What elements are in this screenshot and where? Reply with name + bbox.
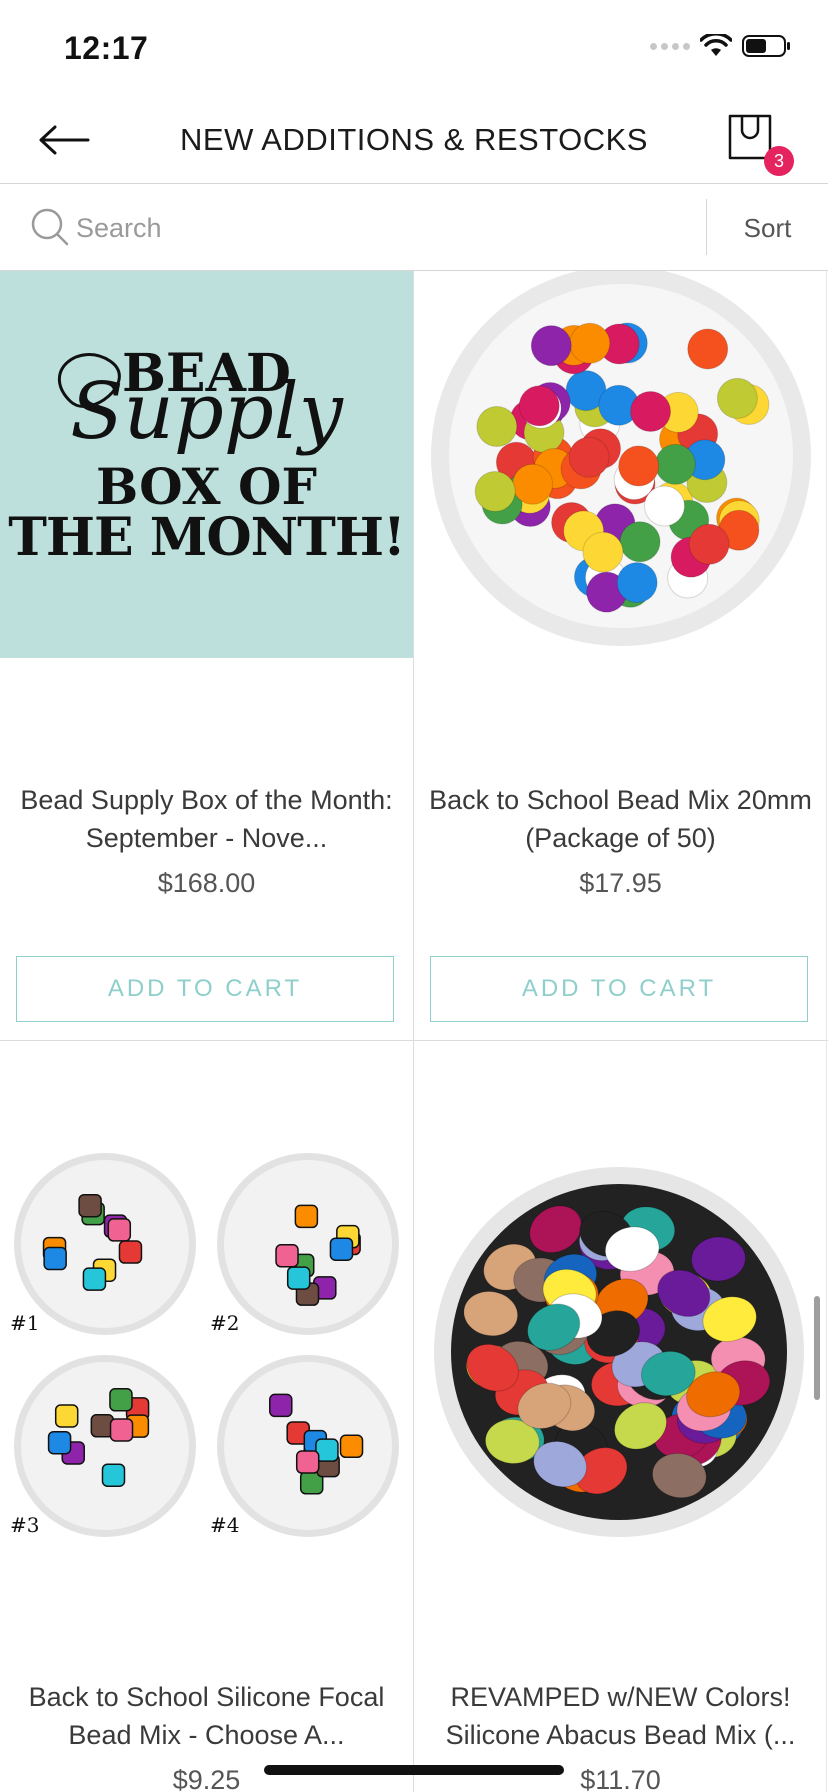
focal-charm [43, 1246, 67, 1271]
product-price: $168.00 [157, 868, 256, 898]
focal-charm [275, 1244, 299, 1268]
cart-button[interactable]: 3 [724, 112, 794, 176]
bead [582, 531, 624, 573]
product-card[interactable]: #1 #2 #3 #4 Back to School Silicone Foca… [0, 1041, 413, 1792]
product-card[interactable]: Back to School Bead Mix 20mm (Package of… [414, 271, 827, 1040]
product-price: $17.95 [579, 868, 662, 898]
sort-button[interactable]: Sort [707, 185, 828, 271]
cellular-signal-icon [650, 42, 690, 50]
back-button[interactable] [36, 116, 92, 164]
focal-charm [109, 1388, 133, 1412]
bead [619, 521, 661, 563]
focal-charm [107, 1218, 132, 1242]
focal-charm [286, 1266, 311, 1290]
bead [512, 463, 554, 505]
plate-label: #1 [10, 1311, 40, 1335]
focal-charm [339, 1434, 364, 1459]
bead [568, 436, 610, 478]
cart-count-badge: 3 [764, 146, 794, 176]
scroll-indicator[interactable] [814, 1296, 820, 1400]
focal-charm [47, 1430, 72, 1455]
bead [474, 470, 516, 512]
bead [616, 562, 658, 604]
product-image[interactable] [0, 1153, 413, 1613]
bead [687, 328, 729, 370]
bead [530, 325, 572, 367]
promo-line-supply: Supply [70, 367, 343, 457]
bead [654, 443, 696, 485]
status-time: 12:17 [64, 30, 149, 66]
focal-charm [294, 1204, 319, 1229]
product-image[interactable] [414, 1167, 827, 1547]
arrow-left-icon [39, 125, 90, 155]
page-title: NEW ADDITIONS & RESTOCKS [180, 122, 648, 157]
plate-label: #3 [10, 1513, 40, 1537]
focal-charm [78, 1193, 102, 1218]
focal-charm [109, 1418, 134, 1442]
focal-charm [118, 1240, 143, 1264]
focal-charm [295, 1450, 320, 1474]
bead [569, 322, 611, 364]
bead [518, 385, 560, 427]
product-image[interactable] [414, 271, 827, 651]
product-title[interactable]: Back to School Bead Mix 20mm (Package of… [424, 781, 817, 857]
focal-charm [54, 1404, 79, 1428]
status-bar: 12:17 [0, 0, 828, 96]
app-header: NEW ADDITIONS & RESTOCKS 3 [0, 96, 828, 184]
bead [716, 377, 758, 419]
plate-label: #2 [210, 1311, 240, 1335]
bead [688, 523, 730, 565]
product-title[interactable]: REVAMPED w/NEW Colors! Silicone Abacus B… [424, 1678, 817, 1754]
plate-label: #4 [210, 1513, 240, 1537]
product-image[interactable]: BEAD Supply BOX OF THE MONTH! [0, 271, 413, 658]
battery-icon [742, 35, 790, 57]
status-icons [650, 34, 792, 58]
focal-charm [82, 1267, 107, 1291]
focal-charm [101, 1463, 126, 1487]
search-input[interactable] [76, 203, 676, 253]
product-title[interactable]: Bead Supply Box of the Month: September … [10, 781, 403, 857]
search-bar: Sort [0, 185, 828, 271]
focal-charm [329, 1237, 354, 1261]
wifi-icon [700, 34, 732, 56]
product-card[interactable]: REVAMPED w/NEW Colors! Silicone Abacus B… [414, 1041, 827, 1792]
bead [618, 445, 660, 487]
home-indicator[interactable] [264, 1765, 564, 1775]
product-title[interactable]: Back to School Silicone Focal Bead Mix -… [10, 1678, 403, 1754]
add-to-cart-button[interactable]: ADD TO CART [16, 956, 394, 1022]
focal-charm [269, 1393, 293, 1418]
bead [476, 406, 518, 448]
product-card[interactable]: BEAD Supply BOX OF THE MONTH! Bead Suppl… [0, 271, 413, 1040]
search-icon [31, 208, 69, 246]
bead [630, 390, 672, 432]
promo-line-month: THE MONTH! [8, 507, 406, 568]
add-to-cart-button[interactable]: ADD TO CART [430, 956, 808, 1022]
